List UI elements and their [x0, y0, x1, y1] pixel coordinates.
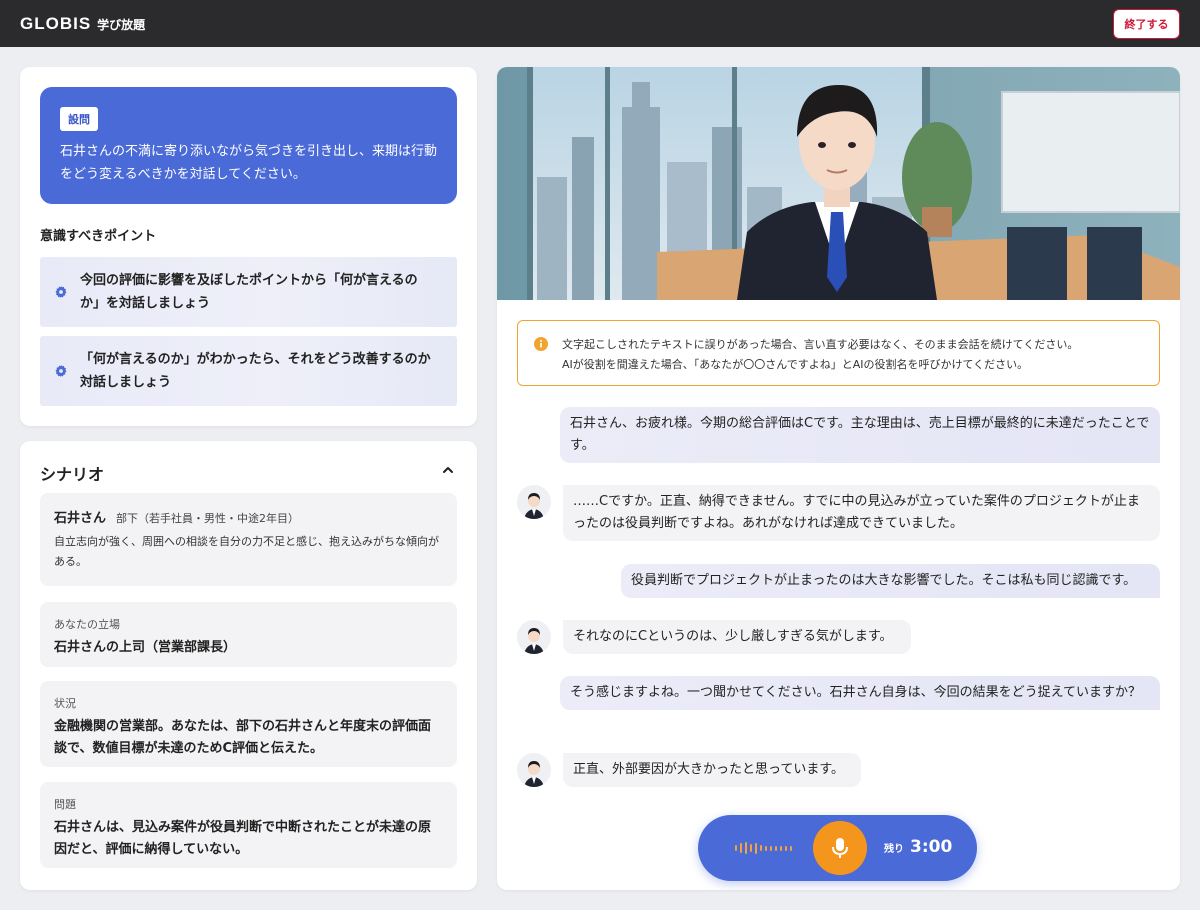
situation-label: 状況 [54, 697, 76, 710]
problem-value: 石井さんは、見込み案件が役員判断で中断されたことが未達の原因だと、評価に納得して… [54, 820, 432, 857]
transcription-notice: 文字起こしされたテキストに誤りがあった場合、言い直す必要はなく、そのまま会話を続… [517, 320, 1160, 386]
end-button[interactable]: 終了する [1113, 8, 1180, 39]
ai-message: 正直、外部要因が大きかったと思っています。 [563, 753, 861, 787]
person-role: 部下（若手社員・男性・中途2年目） [116, 512, 300, 525]
info-icon [534, 337, 548, 351]
person-name: 石井さん [54, 511, 107, 526]
gear-icon [55, 285, 67, 299]
position-label: あなたの立場 [54, 618, 120, 631]
microphone-icon [832, 838, 848, 858]
ai-avatar [517, 485, 551, 519]
ai-message: ……Cですか。正直、納得できません。すでに中の見込みが立っていた案件のプロジェク… [563, 485, 1160, 541]
scenario-problem: 問題 石井さんは、見込み案件が役員判断で中断されたことが未達の原因だと、評価に納… [40, 782, 457, 868]
waveform-indicator [735, 842, 792, 854]
remaining-timer: 残り 3:00 [884, 837, 952, 857]
gear-icon [55, 364, 67, 378]
user-message: 役員判断でプロジェクトが止まったのは大きな影響でした。そこは私も同じ認識です。 [621, 564, 1160, 598]
chevron-up-icon[interactable] [441, 463, 455, 477]
scenario-title: シナリオ [40, 465, 105, 484]
position-value: 石井さんの上司（営業部課長） [54, 640, 237, 655]
logo-subtitle: 学び放題 [97, 17, 146, 32]
point-text: 「何が言えるのか」がわかったら、それをどう改善するのか対話しましょう [80, 352, 431, 390]
mic-button[interactable] [813, 821, 867, 875]
logo[interactable]: GLOBIS 学び放題 [20, 14, 145, 34]
situation-value: 金融機関の営業部。あなたは、部下の石井さんと年度末の評価面談で、数値目標が未達の… [54, 719, 432, 756]
point-item: 「何が言えるのか」がわかったら、それをどう改善するのか対話しましょう [40, 336, 457, 406]
person-description: 自立志向が強く、周囲への相談を自分の力不足と感じ、抱え込みがちな傾向がある。 [54, 535, 439, 568]
logo-text: GLOBIS [20, 13, 92, 33]
notice-line-1: 文字起こしされたテキストに誤りがあった場合、言い直す必要はなく、そのまま会話を続… [562, 338, 1079, 351]
ai-avatar-illustration [497, 67, 1180, 300]
question-text: 石井さんの不満に寄り添いながら気づきを引き出し、来期は行動をどう変えるべきかを対… [60, 144, 438, 182]
timer-label: 残り [884, 844, 904, 855]
chat-card: 文字起こしされたテキストに誤りがあった場合、言い直す必要はなく、そのまま会話を続… [497, 67, 1180, 890]
ai-message: それなのにCというのは、少し厳しすぎる気がします。 [563, 620, 911, 654]
problem-label: 問題 [54, 798, 76, 811]
user-message: 石井さん、お疲れ様。今期の総合評価はCです。主な理由は、売上目標が最終的に未達だ… [560, 407, 1160, 463]
points-title: 意識すべきポイント [40, 229, 157, 244]
question-box: 設問 石井さんの不満に寄り添いながら気づきを引き出し、来期は行動をどう変えるべき… [40, 87, 457, 204]
point-item: 今回の評価に影響を及ぼしたポイントから「何が言えるのか」を対話しましょう [40, 257, 457, 327]
scenario-position: あなたの立場 石井さんの上司（営業部課長） [40, 602, 457, 667]
ai-avatar [517, 620, 551, 654]
question-tag: 設問 [60, 107, 98, 131]
ai-avatar [517, 753, 551, 787]
voice-recorder: 残り 3:00 [698, 815, 977, 881]
scenario-person: 石井さん 部下（若手社員・男性・中途2年目） 自立志向が強く、周囲への相談を自分の… [40, 493, 457, 586]
user-message: そう感じますよね。一つ聞かせてください。石井さん自身は、今回の結果をどう捉えてい… [560, 676, 1160, 710]
scenario-situation: 状況 金融機関の営業部。あなたは、部下の石井さんと年度末の評価面談で、数値目標が… [40, 681, 457, 767]
top-bar: GLOBIS 学び放題 終了する [0, 0, 1200, 47]
scenario-card: シナリオ 石井さん 部下（若手社員・男性・中途2年目） 自立志向が強く、周囲への相… [20, 441, 477, 890]
notice-line-2: AIが役割を間違えた場合、「あなたが〇〇さんですよね」とAIの役割名を呼びかけて… [562, 358, 1029, 371]
point-text: 今回の評価に影響を及ぼしたポイントから「何が言えるのか」を対話しましょう [80, 273, 418, 311]
question-card: 設問 石井さんの不満に寄り添いながら気づきを引き出し、来期は行動をどう変えるべき… [20, 67, 477, 426]
timer-value: 3:00 [910, 837, 953, 857]
